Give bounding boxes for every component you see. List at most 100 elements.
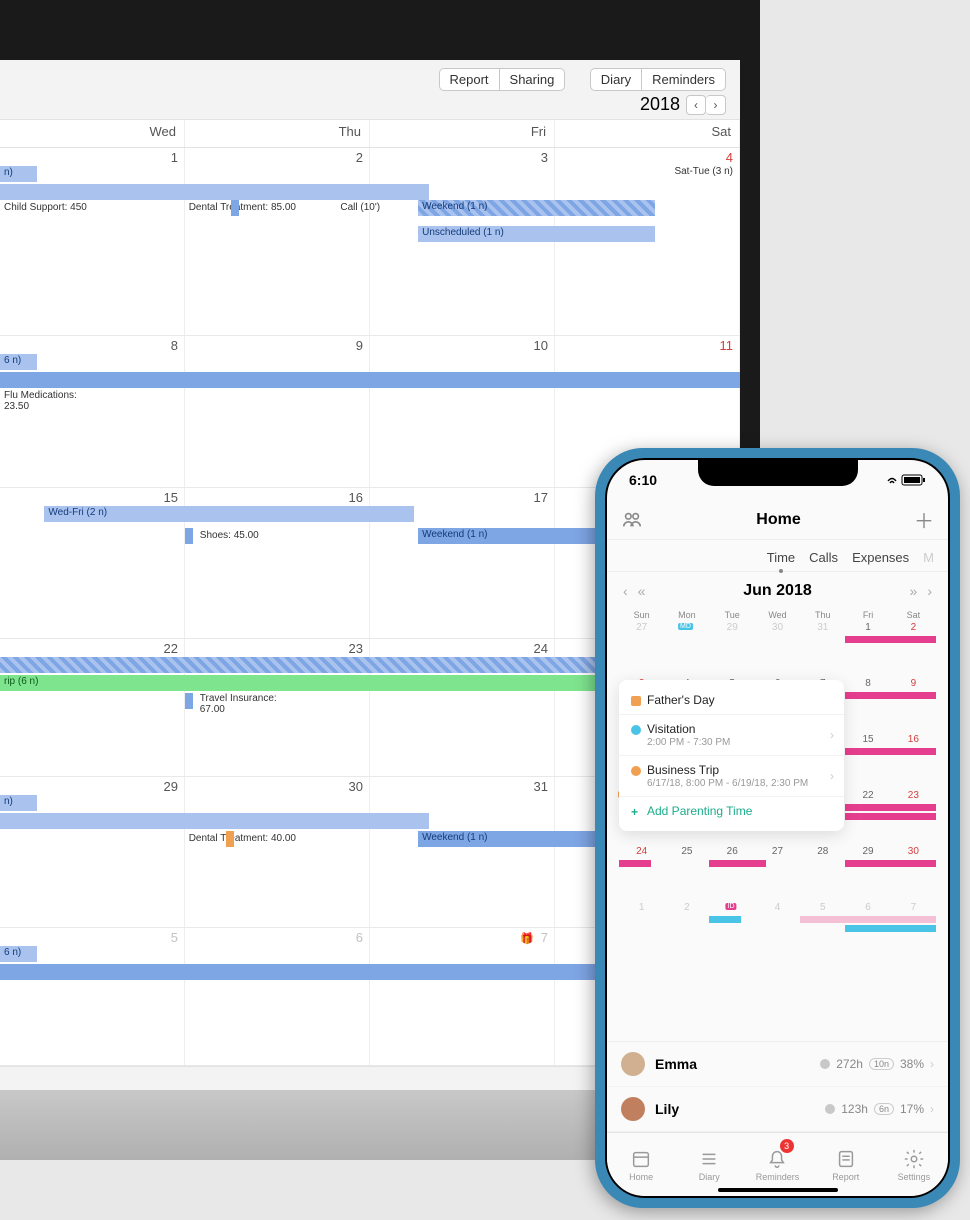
- event-bar[interactable]: [0, 184, 429, 200]
- holiday-icon: [631, 696, 641, 706]
- phone-week: 27 28MD 29 30 31 1 2: [619, 620, 936, 676]
- event-dot-icon: [631, 725, 641, 735]
- event-pink[interactable]: [845, 692, 936, 699]
- event-lpink[interactable]: [800, 916, 936, 923]
- day-cell[interactable]: 30: [185, 777, 370, 927]
- status-dot-icon: [825, 1104, 835, 1114]
- flu-note[interactable]: Flu Medications: 23.50: [4, 390, 84, 412]
- add-icon[interactable]: ＋: [914, 505, 934, 534]
- year-label: 2018: [640, 94, 680, 115]
- day-cell[interactable]: 2: [185, 148, 370, 335]
- home-indicator[interactable]: [718, 1188, 838, 1192]
- phone-tab-bar: Home Diary 3 Reminders Report Settings: [607, 1132, 948, 1196]
- phone-screen: 6:10 Home ＋ Time Calls Expenses M ‹ « Ju…: [605, 458, 950, 1198]
- insurance-note[interactable]: Travel Insurance: 67.00: [200, 693, 290, 715]
- popup-add-parenting-time[interactable]: + Add Parenting Time: [619, 796, 844, 825]
- sat-tue-note: Sat-Tue (3 n): [674, 166, 733, 177]
- desktop-toolbar: Report Sharing Diary Reminders 2018 ‹ ›: [0, 60, 740, 120]
- tab-reminders[interactable]: 3 Reminders: [743, 1133, 811, 1196]
- month-next-icon[interactable]: ›: [927, 583, 932, 599]
- event-cyan[interactable]: [709, 916, 741, 923]
- day-cell[interactable]: 9: [185, 336, 370, 486]
- event-pink[interactable]: [845, 860, 936, 867]
- tab-settings[interactable]: Settings: [880, 1133, 948, 1196]
- phone-tabs: Time Calls Expenses M: [607, 540, 948, 572]
- calendar-week: 1 2 3 4 Sat-Tue (3 n) n) Child Support: …: [0, 148, 740, 336]
- phone-nav-title: Home: [756, 511, 800, 529]
- day-cell[interactable]: 6: [185, 928, 370, 1065]
- month-fast-prev-icon[interactable]: «: [638, 583, 646, 599]
- tab-report[interactable]: Report: [812, 1133, 880, 1196]
- reminders-badge: 3: [780, 1139, 794, 1153]
- tab-home[interactable]: Home: [607, 1133, 675, 1196]
- people-icon[interactable]: [621, 509, 643, 531]
- tab-expenses[interactable]: Expenses: [852, 550, 909, 565]
- phone-nav-bar: Home ＋: [607, 500, 948, 540]
- diary-button[interactable]: Diary: [590, 68, 641, 91]
- orange-stub[interactable]: [226, 831, 234, 847]
- chevron-right-icon: ›: [830, 769, 834, 783]
- report-button[interactable]: Report: [439, 68, 499, 91]
- gift-icon: 🎁: [520, 932, 534, 945]
- event-bar[interactable]: n): [0, 795, 37, 811]
- event-bar[interactable]: Wed-Fri (2 n): [44, 506, 414, 522]
- event-pink[interactable]: [845, 804, 936, 811]
- event-pink[interactable]: [845, 636, 936, 643]
- event-dot-icon: [631, 766, 641, 776]
- dental-note[interactable]: Dental Treatment: 85.00: [189, 202, 296, 213]
- tab-time[interactable]: Time: [767, 550, 795, 565]
- weekend-bar[interactable]: Weekend (1 n): [418, 200, 655, 216]
- event-pink[interactable]: [845, 748, 936, 755]
- person-row[interactable]: Lily 123h 6n 17% ›: [607, 1087, 948, 1132]
- phone-week: 1 2 3ID 4 5 6 7: [619, 900, 936, 956]
- year-prev-button[interactable]: ‹: [686, 95, 706, 115]
- tab-more[interactable]: M: [923, 550, 934, 565]
- event-bar[interactable]: 6 n): [0, 354, 37, 370]
- event-pink[interactable]: [709, 860, 766, 867]
- person-row[interactable]: Emma 272h 10n 38% ›: [607, 1042, 948, 1087]
- popup-visitation[interactable]: Visitation 2:00 PM - 7:30 PM ›: [619, 714, 844, 755]
- day-cell[interactable]: 10: [370, 336, 555, 486]
- event-cyan[interactable]: [845, 925, 936, 932]
- dental-note[interactable]: Dental Treatment: 40.00: [189, 833, 296, 844]
- phone-week: 24 25 26 27 28 29 30: [619, 844, 936, 900]
- status-icons: [886, 474, 926, 486]
- phone-dow-row: SunMon TueWed ThuFri Sat: [607, 610, 948, 620]
- event-pink[interactable]: [845, 813, 936, 820]
- phone-notch: [698, 460, 858, 486]
- chevron-right-icon: ›: [930, 1102, 934, 1116]
- day-header-wed: Wed: [0, 120, 185, 147]
- status-dot-icon: [820, 1059, 830, 1069]
- reminders-button[interactable]: Reminders: [641, 68, 726, 91]
- people-list: Emma 272h 10n 38% › Lily 123h 6n 17% ›: [607, 1041, 948, 1132]
- phone-frame: 6:10 Home ＋ Time Calls Expenses M ‹ « Ju…: [595, 448, 960, 1208]
- child-support-note[interactable]: Child Support: 450: [4, 202, 87, 213]
- event-pink[interactable]: [619, 860, 651, 867]
- status-time: 6:10: [629, 472, 657, 488]
- day-header-thu: Thu: [185, 120, 370, 147]
- month-prev-icon[interactable]: ‹: [623, 583, 628, 599]
- month-fast-next-icon[interactable]: »: [910, 583, 918, 599]
- event-bar[interactable]: [0, 372, 740, 388]
- call-note[interactable]: Call (10'): [340, 202, 380, 213]
- popup-business-trip[interactable]: Business Trip 6/17/18, 8:00 PM - 6/19/18…: [619, 755, 844, 796]
- tab-diary[interactable]: Diary: [675, 1133, 743, 1196]
- shoes-note[interactable]: Shoes: 45.00: [200, 530, 259, 541]
- avatar: [621, 1052, 645, 1076]
- event-popup: Father's Day Visitation 2:00 PM - 7:30 P…: [619, 680, 844, 831]
- avatar: [621, 1097, 645, 1121]
- day-header-fri: Fri: [370, 120, 555, 147]
- chevron-right-icon: ›: [930, 1057, 934, 1071]
- unscheduled-bar[interactable]: Unscheduled (1 n): [418, 226, 655, 242]
- year-navigation: 2018 ‹ ›: [640, 94, 726, 115]
- popup-fathers-day[interactable]: Father's Day: [619, 686, 844, 714]
- event-bar[interactable]: n): [0, 166, 37, 182]
- day-cell[interactable]: 7 🎁: [370, 928, 555, 1065]
- day-cell[interactable]: 31: [370, 777, 555, 927]
- event-bar[interactable]: 6 n): [0, 946, 37, 962]
- year-next-button[interactable]: ›: [706, 95, 726, 115]
- event-bar[interactable]: [0, 813, 429, 829]
- plus-icon: +: [631, 805, 638, 819]
- sharing-button[interactable]: Sharing: [499, 68, 566, 91]
- tab-calls[interactable]: Calls: [809, 550, 838, 565]
